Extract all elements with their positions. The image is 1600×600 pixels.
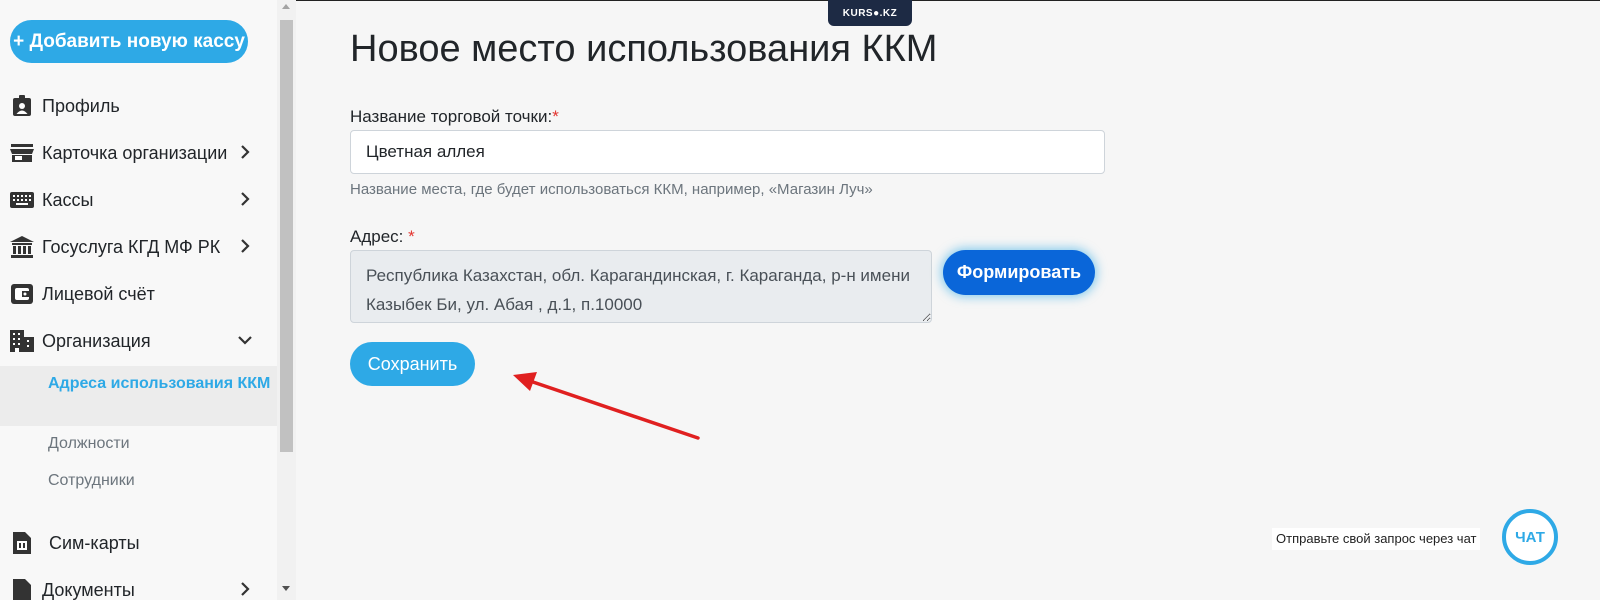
store-name-input[interactable] bbox=[350, 130, 1105, 174]
sidebar-item-label: Профиль bbox=[42, 95, 120, 116]
generate-address-button[interactable]: Формировать bbox=[943, 250, 1095, 295]
wallet-icon bbox=[10, 282, 34, 306]
address-textarea[interactable]: Республика Казахстан, обл. Карагандинска… bbox=[350, 250, 932, 323]
sidebar-item-label: Лицевой счёт bbox=[42, 283, 155, 304]
sim-card-icon bbox=[10, 531, 34, 555]
chevron-right-icon bbox=[241, 239, 250, 253]
save-button[interactable]: Сохранить bbox=[350, 342, 475, 386]
red-annotation-arrow bbox=[513, 372, 700, 440]
sidebar-item-organization[interactable]: Организация bbox=[0, 321, 277, 361]
chevron-right-icon bbox=[241, 582, 250, 596]
store-name-label-text: Название торговой точки: bbox=[350, 107, 553, 126]
sidebar-item-documents[interactable]: Документы bbox=[0, 570, 277, 600]
sidebar-item-label: Госуслуга КГД МФ РК bbox=[42, 236, 221, 257]
chat-prompt: Отправьте свой запрос через чат bbox=[1272, 528, 1481, 550]
sidebar-item-gov-service[interactable]: Госуслуга КГД МФ РК bbox=[0, 227, 277, 267]
store-name-label: Название торговой точки:* bbox=[350, 107, 559, 127]
sidebar-scrollbar[interactable] bbox=[277, 0, 296, 600]
address-label: Адрес: * bbox=[350, 227, 415, 247]
sidebar-subitem-kkm-addresses[interactable]: Адреса использования ККМ bbox=[0, 366, 277, 426]
scrollbar-thumb[interactable] bbox=[280, 20, 293, 452]
sidebar-item-label: Кассы bbox=[42, 189, 94, 210]
keyboard-icon bbox=[10, 188, 34, 212]
sidebar-item-organization-card[interactable]: Карточка организации bbox=[0, 133, 277, 173]
chevron-right-icon bbox=[241, 192, 250, 206]
document-icon bbox=[10, 578, 34, 600]
required-mark: * bbox=[408, 227, 415, 246]
chevron-down-icon bbox=[238, 336, 252, 345]
page-title: Новое место использования ККМ bbox=[350, 28, 938, 70]
government-building-icon bbox=[10, 235, 34, 259]
address-label-text: Адрес: bbox=[350, 227, 404, 246]
sidebar-item-personal-account[interactable]: Лицевой счёт bbox=[0, 274, 277, 314]
chevron-right-icon bbox=[241, 145, 250, 159]
sidebar-item-label: Сим-карты bbox=[49, 532, 140, 553]
sidebar: + Добавить новую кассу Профиль Карточка … bbox=[0, 0, 277, 600]
sidebar-subitem-positions[interactable]: Должности bbox=[0, 432, 277, 456]
office-building-icon bbox=[10, 329, 34, 353]
add-new-cash-register-button[interactable]: + Добавить новую кассу bbox=[10, 20, 248, 63]
sidebar-item-label: Документы bbox=[42, 579, 135, 600]
scroll-down-arrow-icon[interactable] bbox=[282, 586, 290, 591]
scroll-up-arrow-icon[interactable] bbox=[282, 4, 290, 9]
top-divider bbox=[296, 0, 1600, 1]
sidebar-item-sim-cards[interactable]: Сим-карты bbox=[0, 523, 277, 563]
chat-button[interactable]: ЧАТ bbox=[1502, 509, 1558, 565]
sidebar-item-cash-registers[interactable]: Кассы bbox=[0, 180, 277, 220]
sidebar-item-profile[interactable]: Профиль bbox=[0, 86, 277, 126]
required-mark: * bbox=[552, 107, 559, 126]
store-name-hint: Название места, где будет использоваться… bbox=[350, 181, 873, 198]
kurs-logo: KURS●.KZ bbox=[828, 0, 912, 26]
store-icon bbox=[10, 141, 34, 165]
sidebar-item-label: Организация bbox=[42, 330, 151, 351]
sidebar-subitem-employees[interactable]: Сотрудники bbox=[0, 469, 277, 493]
profile-badge-icon bbox=[10, 94, 34, 118]
sidebar-item-label: Карточка организации bbox=[42, 142, 228, 163]
